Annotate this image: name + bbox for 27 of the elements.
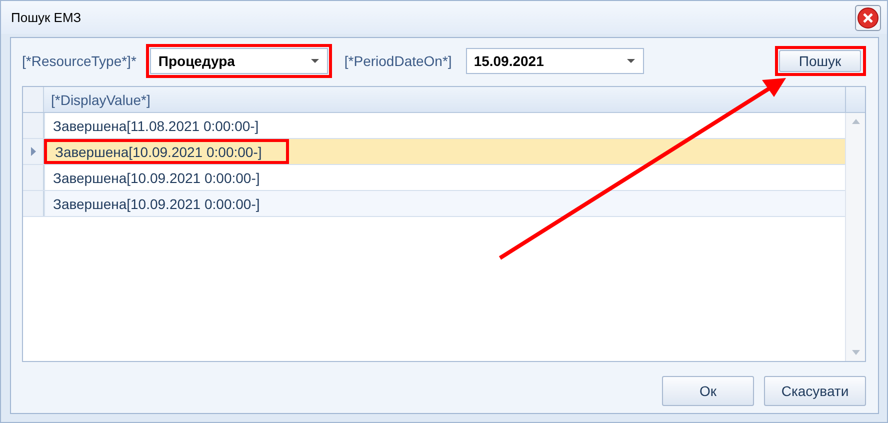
table-cell: Завершена[10.09.2021 0:00:00-] <box>44 191 268 216</box>
field-label: [*ResourceType*]* <box>22 53 136 69</box>
dropdown-field[interactable]: 15.09.2021 <box>466 48 644 74</box>
close-icon <box>857 6 879 28</box>
row-indicator[interactable] <box>23 113 44 138</box>
row-indicator[interactable] <box>23 139 44 164</box>
table-row[interactable]: Завершена[10.09.2021 0:00:00-] <box>23 191 845 217</box>
close-button[interactable] <box>855 4 881 30</box>
dialog-button[interactable]: Ок <box>662 376 754 406</box>
caret-icon <box>311 58 320 64</box>
scrollbar[interactable] <box>845 113 865 361</box>
scroll-down-icon <box>852 350 860 355</box>
window-title: Пошук ЕМЗ <box>11 10 82 25</box>
header-corner <box>23 87 44 112</box>
dialog-button[interactable]: Скасувати <box>764 376 866 406</box>
table-cell: Завершена[10.09.2021 0:00:00-] <box>44 139 289 164</box>
table-row[interactable]: Завершена[10.09.2021 0:00:00-] <box>23 139 845 165</box>
caret-icon <box>626 58 635 64</box>
row-indicator[interactable] <box>23 191 44 216</box>
scroll-up-icon <box>852 119 860 124</box>
search-button[interactable]: Пошук <box>779 50 861 72</box>
dropdown-field[interactable]: Процедура <box>150 48 328 74</box>
row-indicator[interactable] <box>23 165 44 190</box>
row-pointer-icon <box>30 147 36 156</box>
table-cell: Завершена[11.08.2021 0:00:00-] <box>44 113 267 138</box>
field-label: [*PeriodDateOn*] <box>344 53 452 69</box>
table-cell: Завершена[10.09.2021 0:00:00-] <box>44 165 268 190</box>
